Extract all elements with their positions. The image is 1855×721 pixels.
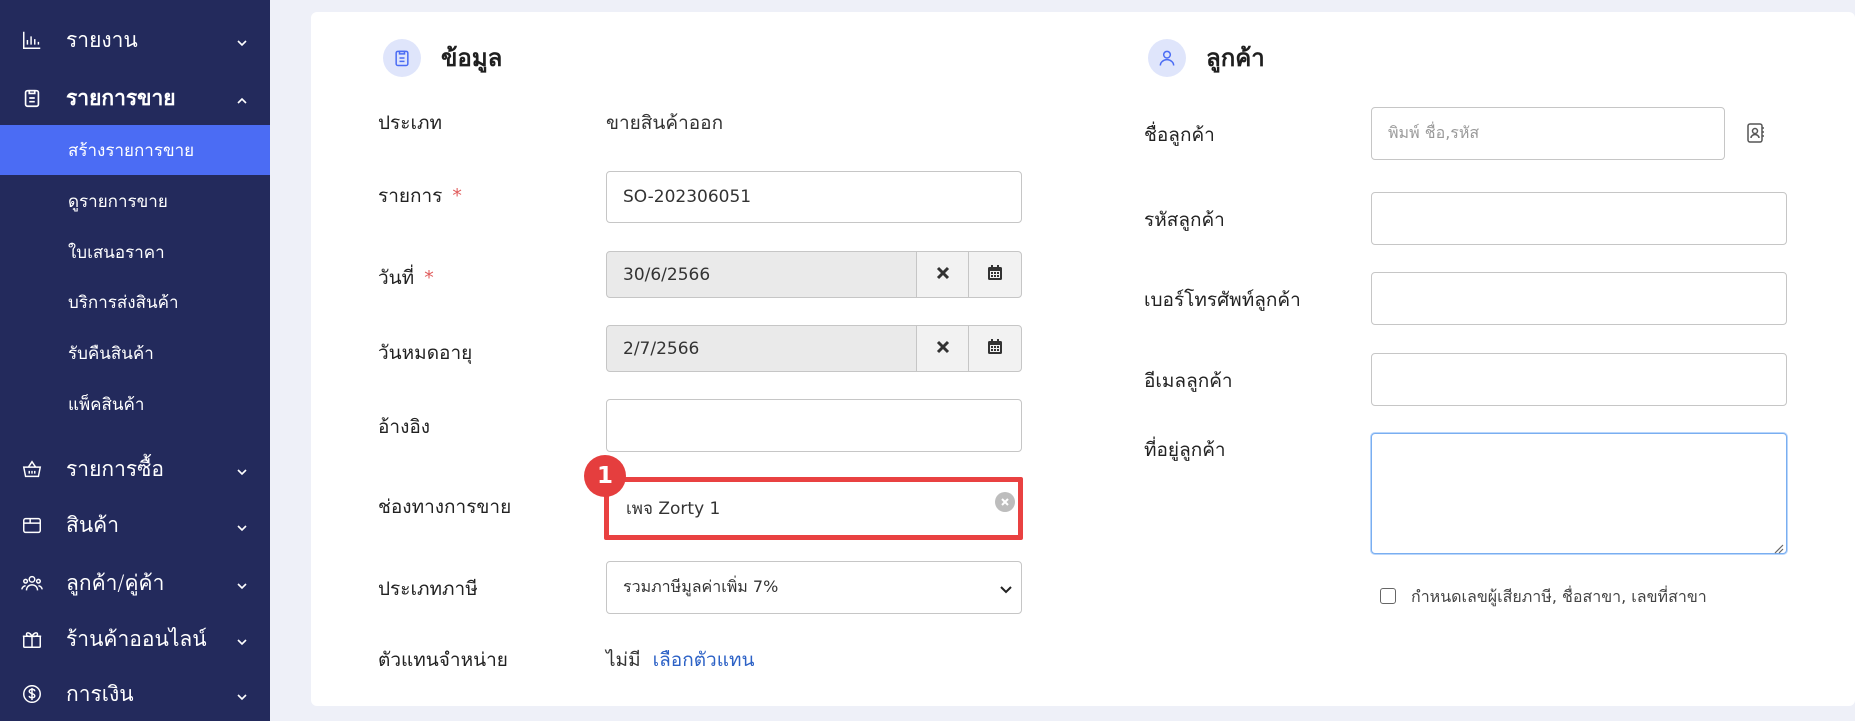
- sidebar-subitem-create-sale[interactable]: สร้างรายการขาย: [0, 125, 270, 175]
- customer-code-input[interactable]: [1371, 192, 1787, 245]
- customer-email-input[interactable]: [1371, 353, 1787, 406]
- sales-channel-highlight: [604, 477, 1023, 540]
- sidebar-item-sales[interactable]: รายการขาย: [0, 73, 270, 123]
- customer-section-header: ลูกค้า: [1148, 38, 1265, 77]
- customer-phone-label: เบอร์โทรศัพท์ลูกค้า: [1144, 289, 1301, 311]
- sidebar-subitem-quotation[interactable]: ใบเสนอราคา: [0, 227, 270, 277]
- calendar-icon: [986, 338, 1004, 360]
- chevron-down-icon: [999, 581, 1013, 595]
- basket-icon: [20, 457, 44, 481]
- chevron-down-icon: [236, 463, 248, 476]
- chevron-down-icon: [236, 688, 248, 701]
- customer-code-label: รหัสลูกค้า: [1144, 209, 1225, 231]
- sidebar-subitem-label: บริการส่งสินค้า: [68, 292, 179, 313]
- sidebar-item-label: สินค้า: [66, 512, 120, 537]
- doc-number-input[interactable]: SO-202306051: [606, 171, 1022, 223]
- sidebar-item-finance[interactable]: การเงิน: [0, 669, 270, 719]
- type-value: ขายสินค้าออก: [606, 112, 724, 134]
- reference-label: อ้างอิง: [378, 416, 431, 438]
- tax-info-checkbox-label: กำหนดเลขผู้เสียภาษี, ชื่อสาขา, เลขที่สาข…: [1411, 587, 1707, 606]
- gift-icon: [20, 627, 44, 651]
- expiry-input[interactable]: 2/7/2566: [606, 325, 918, 372]
- chevron-down-icon: [236, 519, 248, 532]
- sidebar: รายงาน รายการขาย สร้างรายการขาย ดูรายการ…: [0, 0, 270, 721]
- tax-type-select[interactable]: รวมภาษีมูลค่าเพิ่ม 7%: [606, 561, 1022, 614]
- sidebar-subitem-returns[interactable]: รับคืนสินค้า: [0, 328, 270, 378]
- customer-address-textarea[interactable]: [1371, 433, 1787, 554]
- expiry-value: 2/7/2566: [623, 338, 700, 359]
- date-label: วันที่ *: [378, 263, 434, 293]
- reference-input[interactable]: [606, 399, 1022, 452]
- required-mark: *: [452, 185, 462, 207]
- chevron-down-icon: [236, 577, 248, 590]
- sidebar-item-label: การเงิน: [66, 681, 134, 706]
- bar-chart-icon: [20, 28, 44, 52]
- box-icon: [20, 513, 44, 537]
- customer-email-label: อีเมลลูกค้า: [1144, 370, 1233, 392]
- clipboard-icon: [20, 86, 44, 110]
- close-icon: [934, 338, 952, 360]
- resize-handle-icon[interactable]: [1772, 539, 1784, 554]
- callout-badge: 1: [584, 455, 626, 497]
- close-icon: [934, 264, 952, 286]
- agent-label: ตัวแทนจำหน่าย: [378, 649, 508, 671]
- sidebar-subitem-label: รับคืนสินค้า: [68, 343, 154, 364]
- sidebar-item-products[interactable]: สินค้า: [0, 500, 270, 550]
- sidebar-subitem-label: ใบเสนอราคา: [68, 242, 165, 263]
- expiry-clear-button[interactable]: [916, 325, 969, 372]
- select-agent-link[interactable]: เลือกตัวแทน: [653, 649, 755, 671]
- sidebar-item-reports[interactable]: รายงาน: [0, 15, 270, 65]
- customer-name-input[interactable]: พิมพ์ ชื่อ,รหัส: [1371, 107, 1725, 160]
- sidebar-item-label: รายการขาย: [66, 85, 176, 110]
- chevron-down-icon: [236, 633, 248, 646]
- customer-phone-input[interactable]: [1371, 272, 1787, 325]
- doc-number-label: รายการ *: [378, 181, 462, 211]
- tax-type-label: ประเภทภาษี: [378, 578, 478, 600]
- sidebar-subitem-label: ดูรายการขาย: [68, 191, 168, 212]
- date-value: 30/6/2566: [623, 264, 711, 285]
- info-section-title: ข้อมูล: [441, 44, 503, 72]
- calendar-icon: [986, 264, 1004, 286]
- sidebar-subitem-view-sales[interactable]: ดูรายการขาย: [0, 176, 270, 226]
- clipboard-icon: [383, 38, 421, 77]
- sidebar-item-purchases[interactable]: รายการซื้อ: [0, 444, 270, 494]
- sidebar-item-label: ลูกค้า/คู่ค้า: [66, 570, 165, 595]
- users-icon: [20, 571, 44, 595]
- doc-number-label-text: รายการ: [378, 185, 443, 207]
- sidebar-subitem-label: แพ็คสินค้า: [68, 394, 145, 415]
- date-calendar-button[interactable]: [968, 251, 1022, 298]
- sidebar-subitem-label: สร้างรายการขาย: [68, 140, 195, 161]
- chevron-up-icon: [236, 92, 248, 104]
- info-section-header: ข้อมูล: [383, 38, 502, 77]
- tax-type-value: รวมภาษีมูลค่าเพิ่ม 7%: [623, 577, 779, 596]
- type-label: ประเภท: [378, 112, 443, 134]
- required-mark: *: [424, 267, 434, 289]
- sidebar-subitem-packing[interactable]: แพ็คสินค้า: [0, 379, 270, 429]
- doc-number-value: SO-202306051: [623, 187, 752, 207]
- date-label-text: วันที่: [378, 267, 415, 289]
- sidebar-item-contacts[interactable]: ลูกค้า/คู่ค้า: [0, 558, 270, 608]
- dollar-icon: [20, 682, 44, 706]
- expiry-label: วันหมดอายุ: [378, 342, 473, 364]
- sidebar-item-label: รายงาน: [66, 27, 138, 52]
- customer-section-title: ลูกค้า: [1206, 44, 1265, 72]
- agent-value: ไม่มี เลือกตัวแทน: [606, 645, 754, 675]
- chevron-down-icon: [236, 34, 248, 47]
- sidebar-subitem-shipping[interactable]: บริการส่งสินค้า: [0, 277, 270, 327]
- customer-address-label: ที่อยู่ลูกค้า: [1144, 439, 1226, 461]
- date-clear-button[interactable]: [916, 251, 969, 298]
- customer-name-placeholder: พิมพ์ ชื่อ,รหัส: [1388, 123, 1480, 142]
- tax-info-checkbox[interactable]: [1380, 588, 1396, 604]
- expiry-calendar-button[interactable]: [968, 325, 1022, 372]
- date-input[interactable]: 30/6/2566: [606, 251, 918, 298]
- customer-name-label: ชื่อลูกค้า: [1144, 124, 1215, 146]
- sidebar-item-label: รายการซื้อ: [66, 456, 165, 481]
- contact-book-icon[interactable]: [1746, 122, 1766, 144]
- user-icon: [1148, 38, 1186, 77]
- agent-none-text: ไม่มี: [606, 649, 641, 671]
- sidebar-item-label: ร้านค้าออนไลน์: [66, 626, 207, 651]
- sidebar-item-online-store[interactable]: ร้านค้าออนไลน์: [0, 614, 270, 664]
- sales-channel-label: ช่องทางการขาย: [378, 496, 512, 518]
